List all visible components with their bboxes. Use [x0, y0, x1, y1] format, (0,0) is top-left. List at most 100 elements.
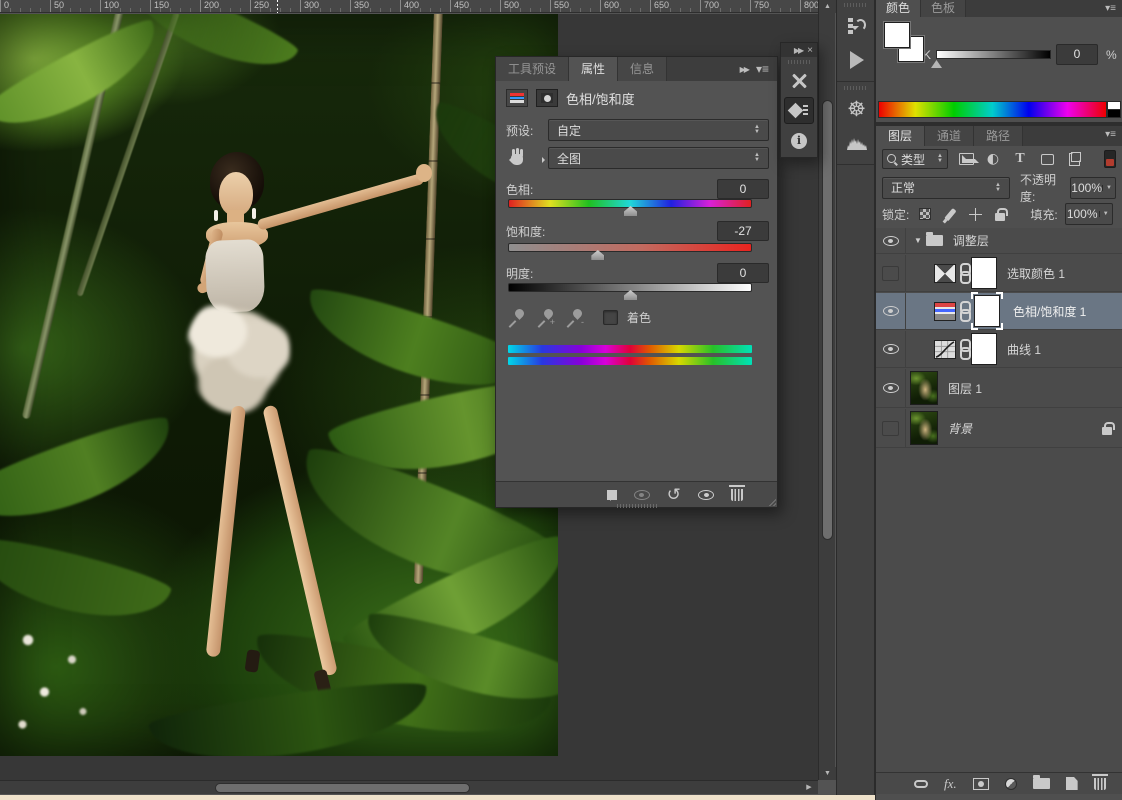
- opacity-field[interactable]: 100% ▼: [1070, 176, 1116, 199]
- actions-panel-icon[interactable]: [837, 43, 876, 77]
- selective-color-icon[interactable]: [934, 263, 956, 283]
- layer-name[interactable]: 调整层: [953, 232, 989, 249]
- lightness-slider[interactable]: [508, 283, 752, 300]
- tab-color[interactable]: 颜色: [876, 0, 922, 17]
- layer-name[interactable]: 图层 1: [948, 380, 982, 397]
- filter-kind-dropdown[interactable]: 类型 ▲ ▼: [882, 149, 948, 169]
- layer-thumbnail[interactable]: [910, 411, 938, 445]
- collapse-panel-icon[interactable]: ▶▶: [740, 65, 750, 74]
- layer-row-background[interactable]: 背景: [876, 409, 1122, 448]
- group-disclosure-icon[interactable]: ▼: [914, 236, 922, 245]
- preset-dropdown[interactable]: 自定 ▲ ▼: [548, 119, 769, 141]
- foreground-color-swatch[interactable]: [883, 21, 911, 49]
- visibility-toggle[interactable]: [876, 369, 906, 407]
- panel-menu-icon[interactable]: ▾≡: [756, 62, 769, 76]
- layer-row-selective-color[interactable]: 选取颜色 1: [876, 255, 1122, 292]
- horizontal-scroll-thumb[interactable]: [215, 783, 470, 793]
- layer-mask-thumbnail[interactable]: [974, 295, 1000, 327]
- fill-field[interactable]: 100% ▼: [1064, 203, 1113, 225]
- saturation-slider-thumb[interactable]: [591, 250, 605, 260]
- visibility-toggle[interactable]: [876, 255, 906, 291]
- visibility-toggle[interactable]: [876, 293, 906, 329]
- hue-value-field[interactable]: 0: [717, 179, 769, 199]
- saturation-value-field[interactable]: -27: [717, 221, 769, 241]
- hue-slider[interactable]: [508, 199, 752, 216]
- canvas-photo[interactable]: [0, 14, 558, 756]
- layer-style-icon[interactable]: fx.: [944, 776, 957, 792]
- targeted-adjustment-icon[interactable]: [506, 148, 548, 168]
- layer-name[interactable]: 选取颜色 1: [1007, 265, 1065, 282]
- color-spectrum-ramp[interactable]: [878, 101, 1107, 118]
- eyedropper-subtract-icon[interactable]: -: [564, 307, 584, 328]
- tab-layers[interactable]: 图层: [876, 126, 926, 146]
- delete-layer-icon[interactable]: [1091, 774, 1108, 790]
- tab-paths[interactable]: 路径: [974, 126, 1024, 146]
- horizontal-ruler[interactable]: 0 50 100 150 200 250 300 350 400 450 500 550 600 650 7…: [0, 0, 818, 13]
- new-adjustment-layer-icon[interactable]: [1004, 777, 1017, 790]
- mask-link-icon[interactable]: [959, 263, 971, 284]
- delete-adjustment-icon[interactable]: [729, 485, 745, 501]
- layer-row-layer1[interactable]: 图层 1: [876, 369, 1122, 408]
- tab-properties[interactable]: 属性: [569, 57, 619, 81]
- filter-pixel-layers-icon[interactable]: [957, 153, 979, 165]
- mask-properties-icon[interactable]: [536, 89, 558, 107]
- layer-mask-thumbnail[interactable]: [971, 333, 997, 365]
- lock-all-icon[interactable]: [991, 207, 1009, 221]
- lock-position-icon[interactable]: [966, 207, 984, 221]
- visibility-toggle[interactable]: [876, 228, 906, 253]
- dropdown-arrow-icon[interactable]: ▼: [1102, 184, 1115, 191]
- histogram-panel-icon[interactable]: [837, 126, 876, 160]
- filter-shape-layers-icon[interactable]: [1038, 153, 1056, 165]
- lightness-slider-thumb[interactable]: [624, 290, 637, 300]
- clip-to-layer-icon[interactable]: [603, 489, 617, 501]
- channel-dropdown[interactable]: 全图 ▲ ▼: [548, 147, 769, 169]
- k-slider[interactable]: [936, 50, 1051, 59]
- layer-row-group[interactable]: ▼ 调整层: [876, 228, 1122, 254]
- new-layer-icon[interactable]: [1065, 777, 1078, 790]
- dock-grip[interactable]: [844, 86, 867, 90]
- tab-channels[interactable]: 通道: [925, 126, 975, 146]
- blend-mode-dropdown[interactable]: 正常 ▲ ▼: [882, 176, 1010, 199]
- k-slider-thumb[interactable]: [931, 60, 942, 68]
- info-panel-icon[interactable]: i: [784, 127, 814, 154]
- collapse-dock-icon[interactable]: ▶▶: [794, 46, 804, 55]
- lock-transparency-icon[interactable]: [916, 208, 934, 220]
- spectrum-black-swatch[interactable]: [1107, 109, 1121, 118]
- layer-row-curves[interactable]: 曲线 1: [876, 331, 1122, 368]
- eyedropper-icon[interactable]: [506, 307, 526, 328]
- k-value-field[interactable]: 0: [1056, 44, 1098, 65]
- tab-info[interactable]: 信息: [618, 57, 668, 81]
- layer-name[interactable]: 色相/饱和度 1: [1013, 303, 1086, 320]
- hue-slider-thumb[interactable]: [624, 206, 637, 216]
- horizontal-scrollbar[interactable]: ▶: [0, 780, 818, 794]
- tool-presets-panel-icon[interactable]: [784, 67, 814, 94]
- saturation-slider[interactable]: [508, 243, 752, 260]
- lock-pixels-icon[interactable]: [941, 207, 959, 221]
- layer-name[interactable]: 曲线 1: [1007, 341, 1041, 358]
- hue-saturation-icon[interactable]: [934, 301, 956, 321]
- layer-thumbnail[interactable]: [910, 371, 938, 405]
- add-mask-icon[interactable]: [972, 777, 989, 790]
- scroll-up-arrow[interactable]: ▲: [819, 0, 836, 13]
- lightness-value-field[interactable]: 0: [717, 263, 769, 283]
- panel-drag-grip[interactable]: [616, 504, 657, 508]
- layers-panel-menu-icon[interactable]: ▾≡: [1105, 126, 1122, 146]
- dock-grip[interactable]: [788, 60, 810, 64]
- colorize-checkbox[interactable]: [603, 309, 618, 325]
- dock-grip[interactable]: [844, 3, 867, 7]
- dropdown-arrow-icon[interactable]: ▼: [1098, 211, 1112, 217]
- tab-tool-presets[interactable]: 工具预设: [496, 57, 570, 81]
- properties-panel-icon[interactable]: [784, 97, 814, 124]
- eyedropper-add-icon[interactable]: +: [535, 307, 555, 328]
- visibility-toggle[interactable]: [876, 409, 906, 447]
- close-dock-icon[interactable]: ×: [807, 45, 813, 56]
- navigator-panel-icon[interactable]: ☸: [837, 92, 876, 126]
- link-layers-icon[interactable]: [914, 779, 928, 788]
- view-previous-state-icon[interactable]: [633, 489, 650, 500]
- vertical-scroll-thumb[interactable]: [822, 100, 833, 540]
- vertical-scrollbar[interactable]: ▲ ▼: [818, 0, 836, 780]
- history-panel-icon[interactable]: [837, 9, 876, 43]
- toggle-visibility-icon[interactable]: [698, 489, 714, 500]
- scroll-right-arrow[interactable]: ▶: [802, 781, 816, 795]
- color-panel-menu-icon[interactable]: ▾≡: [1105, 0, 1122, 17]
